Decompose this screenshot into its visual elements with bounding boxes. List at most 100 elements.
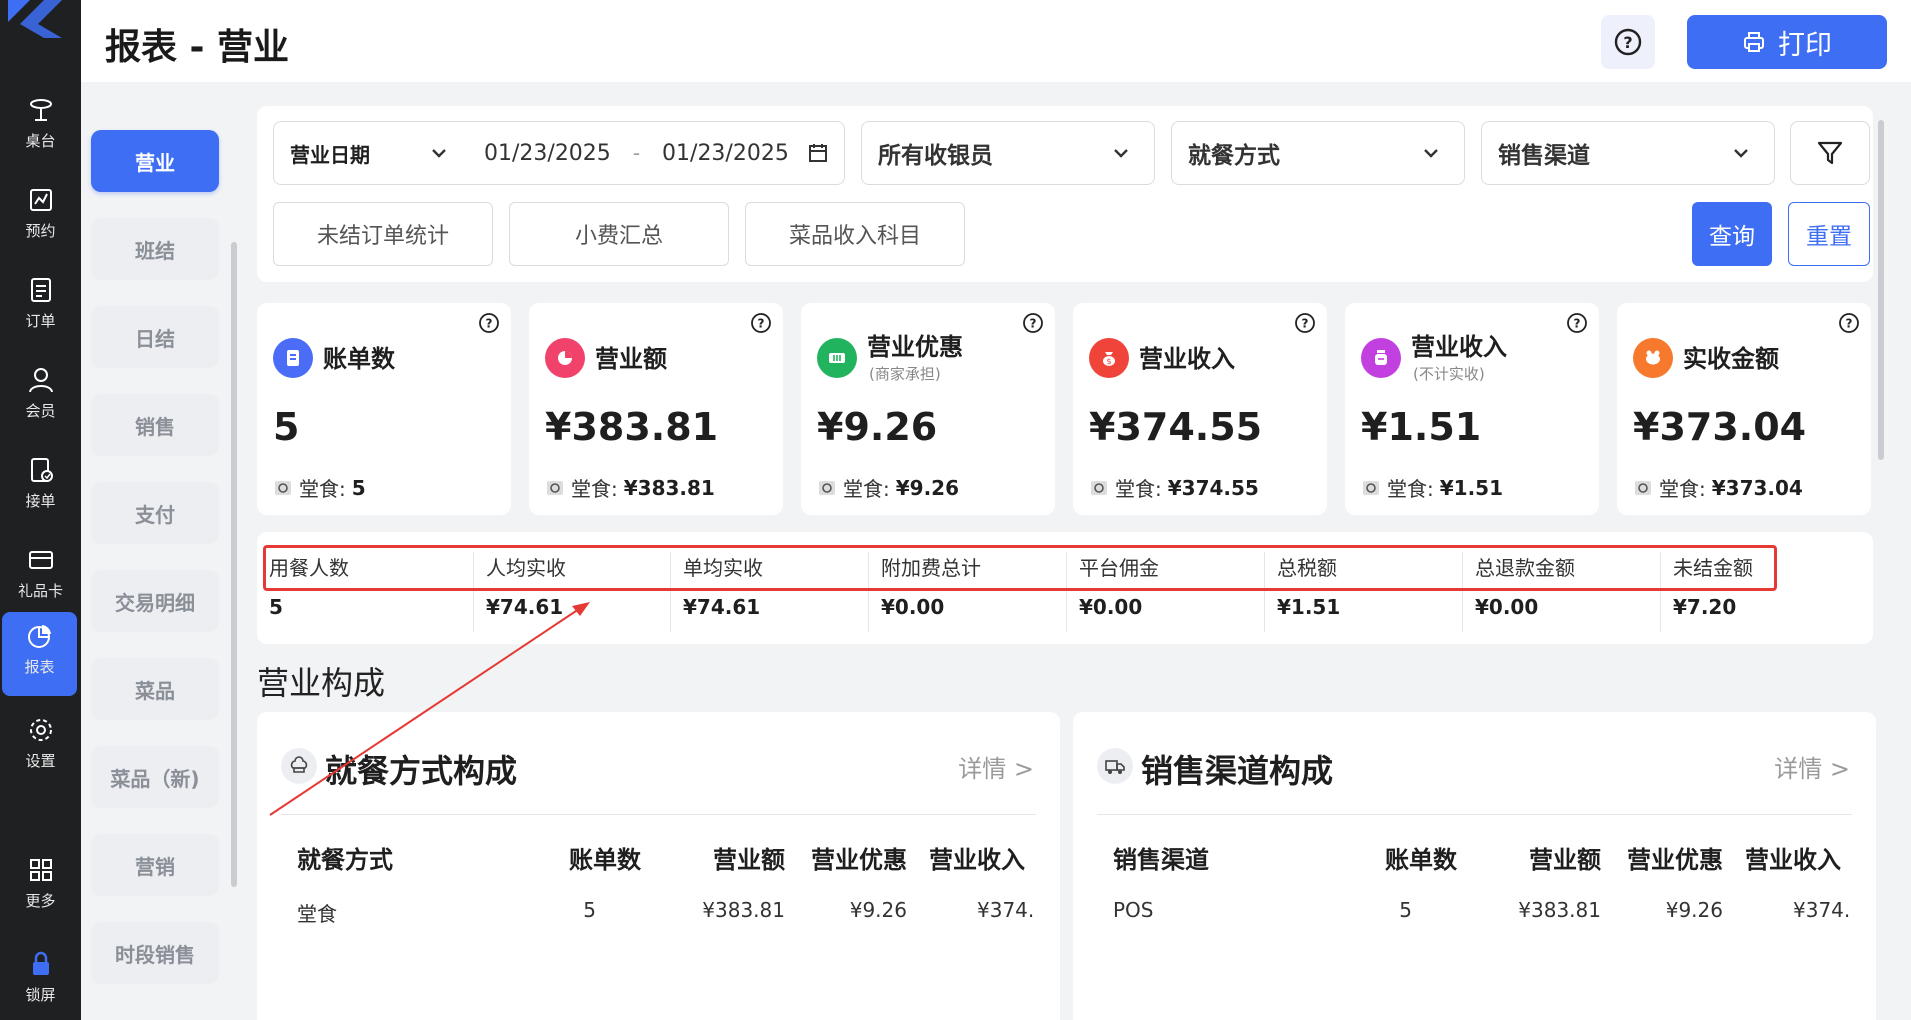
question-icon[interactable]: ? (1565, 311, 1589, 335)
dish-income-category-chip[interactable]: 菜品收入科目 (745, 202, 965, 266)
print-button[interactable]: 打印 (1687, 15, 1887, 69)
more-grid-icon (29, 859, 52, 881)
pie-icon (545, 338, 585, 378)
metric-value: ¥7.20 (1673, 595, 1737, 619)
rail-item-gift-card[interactable]: 礼品卡 (0, 536, 81, 620)
kpi-subtitle: (商家承担) (869, 365, 941, 383)
metric-value: ¥0.00 (1079, 595, 1143, 619)
question-icon[interactable]: ? (1293, 311, 1317, 335)
rail-item-label: 锁屏 (25, 986, 56, 1004)
rail-item-settings[interactable]: 设置 (0, 706, 81, 790)
kpi-title: 营业优惠 (867, 333, 963, 361)
order-icon (30, 278, 51, 302)
piggy-bank-icon (1633, 338, 1673, 378)
jar-icon (1361, 338, 1401, 378)
svg-text:$: $ (1106, 357, 1111, 366)
card-title: 销售渠道构成 (1141, 752, 1334, 790)
table-cell: POS (1113, 898, 1154, 922)
column-header: 账单数 (1385, 846, 1457, 874)
rail-item-lock[interactable]: 锁屏 (0, 940, 81, 1020)
kpi-footer-value: ¥373.04 (1711, 475, 1803, 500)
rail-item-label: 更多 (25, 892, 56, 910)
dining-mode-select[interactable]: 就餐方式 (1171, 121, 1465, 185)
table-cell: 5 (583, 898, 596, 922)
subnav-item-dishes-new[interactable]: 菜品（新) (91, 746, 219, 808)
kpi-footer-label: 堂食: (571, 477, 618, 501)
subnav-item-business[interactable]: 营业 (91, 130, 219, 192)
kpi-value: ¥373.04 (1633, 405, 1807, 449)
rail-item-reservation[interactable]: 预约 (0, 176, 81, 260)
subnav-scrollbar[interactable] (231, 242, 237, 887)
svg-text:?: ? (1846, 317, 1853, 331)
kpi-footer-value: ¥383.81 (623, 475, 715, 500)
column-header: 账单数 (569, 846, 641, 874)
rail-item-more[interactable]: 更多 (0, 846, 81, 930)
subnav-item-daily[interactable]: 日结 (91, 306, 219, 368)
details-link[interactable]: 详情 > (1774, 749, 1850, 784)
rail-item-table[interactable]: 桌台 (0, 86, 81, 170)
kpi-footer-value: ¥374.55 (1167, 475, 1259, 500)
rail-item-member[interactable]: 会员 (0, 356, 81, 440)
kpi-footer: 堂食: ¥1.51 (1361, 473, 1503, 502)
sales-channel-select[interactable]: 销售渠道 (1481, 121, 1775, 185)
subnav-item-shift[interactable]: 班结 (91, 218, 219, 280)
details-link[interactable]: 详情 > (958, 749, 1034, 784)
page-title: 报表 - 营业 (105, 27, 290, 68)
question-icon[interactable]: ? (749, 311, 773, 335)
svg-text:?: ? (486, 317, 493, 331)
unsettled-orders-chip[interactable]: 未结订单统计 (273, 202, 493, 266)
question-icon[interactable]: ? (1837, 311, 1861, 335)
kpi-footer-value: 5 (351, 475, 366, 500)
advanced-filter-button[interactable] (1790, 121, 1870, 185)
member-icon (28, 368, 53, 393)
kpi-footer-label: 堂食: (1387, 477, 1434, 501)
page-scrollbar[interactable] (1878, 120, 1884, 460)
card-divider (281, 814, 1036, 815)
annotation-highlight-box (263, 545, 1777, 591)
dine-in-icon (275, 480, 291, 495)
rail-item-accept-order[interactable]: 接单 (0, 446, 81, 530)
date-range-filter[interactable]: 营业日期 01/23/2025 - 01/23/2025 (273, 121, 845, 185)
subnav-item-marketing[interactable]: 营销 (91, 834, 219, 896)
kpi-title: 营业额 (595, 345, 667, 373)
rail-item-order[interactable]: 订单 (0, 266, 81, 350)
filter-panel: 营业日期 01/23/2025 - 01/23/2025 所有收银员 就餐方式 … (257, 106, 1873, 282)
subnav-item-transactions[interactable]: 交易明细 (91, 570, 219, 632)
ticket-icon (817, 338, 857, 378)
kpi-value: ¥383.81 (545, 405, 719, 449)
question-icon[interactable]: ? (1021, 311, 1045, 335)
kpi-footer-label: 堂食: (1659, 477, 1706, 501)
kpi-footer-label: 堂食: (1115, 477, 1162, 501)
metric-value: ¥1.51 (1277, 595, 1341, 619)
tips-summary-chip[interactable]: 小费汇总 (509, 202, 729, 266)
subnav-item-payment[interactable]: 支付 (91, 482, 219, 544)
kpi-subtitle: (不计实收) (1413, 365, 1485, 383)
rail-item-report[interactable]: 报表 (2, 612, 77, 696)
date-type-select[interactable]: 营业日期 (274, 139, 424, 168)
column-header: 营业收入 (1745, 846, 1841, 874)
cashier-select[interactable]: 所有收银员 (861, 121, 1155, 185)
calendar-icon[interactable] (807, 142, 829, 164)
app-logo-icon (8, 0, 62, 38)
svg-text:?: ? (1030, 317, 1037, 331)
query-button[interactable]: 查询 (1692, 202, 1772, 266)
table-icon (29, 99, 52, 121)
cashier-value: 所有收银员 (878, 143, 993, 169)
table-cell: ¥383.81 (1518, 898, 1601, 922)
dine-in-icon (547, 480, 563, 495)
help-button[interactable]: ? (1601, 15, 1655, 69)
subnav-item-dishes[interactable]: 菜品 (91, 658, 219, 720)
gift-card-icon (28, 551, 53, 569)
rail-item-label: 接单 (25, 492, 56, 510)
reset-button[interactable]: 重置 (1788, 202, 1870, 266)
column-header: 就餐方式 (297, 846, 393, 874)
date-to-input[interactable]: 01/23/2025 (662, 141, 789, 166)
subnav-item-sales[interactable]: 销售 (91, 394, 219, 456)
question-icon[interactable]: ? (477, 311, 501, 335)
rail-item-label: 预约 (25, 222, 56, 240)
date-from-input[interactable]: 01/23/2025 (484, 141, 611, 166)
column-header: 营业额 (713, 846, 785, 874)
bill-icon (273, 338, 313, 378)
printer-icon (1744, 32, 1764, 52)
subnav-item-time-sales[interactable]: 时段销售 (91, 922, 219, 984)
